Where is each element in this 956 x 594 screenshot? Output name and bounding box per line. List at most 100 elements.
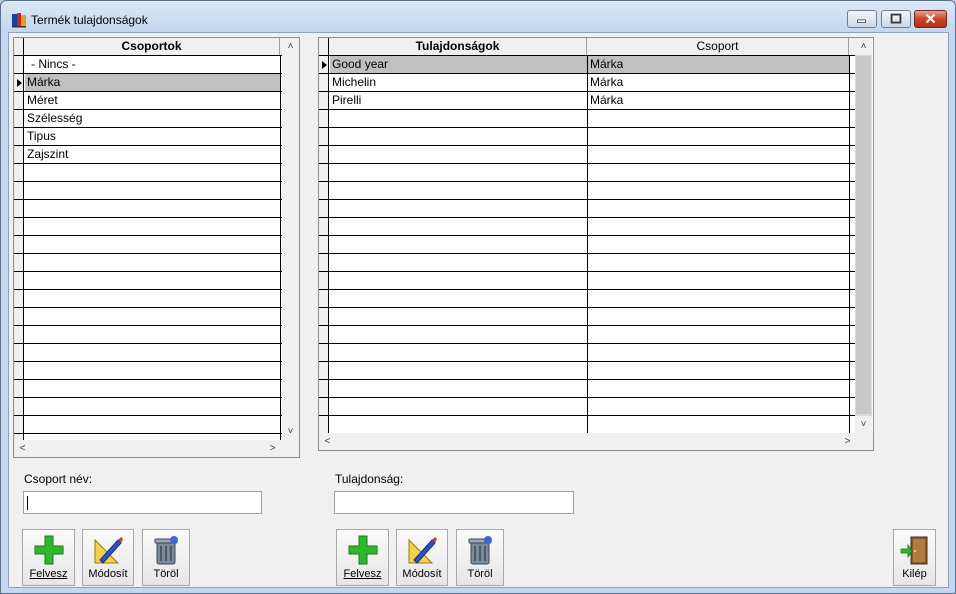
table-row[interactable]: Zajszint bbox=[14, 146, 282, 164]
group-cell[interactable] bbox=[25, 362, 280, 379]
table-row[interactable]: - Nincs - bbox=[14, 56, 282, 74]
group-cell[interactable] bbox=[588, 236, 849, 253]
property-cell[interactable] bbox=[330, 110, 587, 127]
group-cell[interactable] bbox=[588, 398, 849, 415]
group-cell[interactable] bbox=[588, 146, 849, 163]
maximize-button[interactable] bbox=[881, 10, 911, 28]
exit-button[interactable]: Kilép bbox=[893, 529, 936, 586]
group-cell[interactable]: Márka bbox=[25, 74, 280, 91]
group-delete-button[interactable]: Töröl bbox=[142, 529, 190, 586]
property-cell[interactable] bbox=[330, 146, 587, 163]
group-add-button[interactable]: Felvesz bbox=[22, 529, 75, 586]
properties-vertical-scrollbar[interactable]: ˄ ˅ bbox=[855, 38, 872, 433]
group-cell[interactable]: Márka bbox=[588, 92, 849, 109]
property-cell[interactable]: Good year bbox=[330, 56, 587, 73]
scroll-left-icon[interactable]: ˂ bbox=[14, 440, 31, 457]
property-cell[interactable] bbox=[330, 416, 587, 433]
group-cell[interactable] bbox=[25, 326, 280, 343]
group-cell[interactable] bbox=[588, 110, 849, 127]
group-cell[interactable] bbox=[25, 272, 280, 289]
property-cell[interactable] bbox=[330, 308, 587, 325]
groups-column-header[interactable]: Csoportok bbox=[24, 38, 280, 55]
groups-vertical-scrollbar[interactable]: ˄ ˅ bbox=[282, 38, 299, 440]
group-cell[interactable] bbox=[588, 164, 849, 181]
group-cell[interactable] bbox=[588, 326, 849, 343]
group-cell[interactable] bbox=[25, 218, 280, 235]
groups-grid[interactable]: Csoportok - Nincs - Márka Méret Szélesség Ti… bbox=[13, 37, 300, 458]
group-cell[interactable] bbox=[588, 362, 849, 379]
group-cell[interactable] bbox=[588, 380, 849, 397]
scroll-up-icon[interactable]: ˄ bbox=[855, 38, 872, 55]
property-cell[interactable] bbox=[330, 290, 587, 307]
table-row[interactable] bbox=[14, 308, 282, 326]
table-row[interactable] bbox=[14, 326, 282, 344]
title-bar[interactable]: Termék tulajdonságok bbox=[1, 1, 955, 33]
property-cell[interactable] bbox=[330, 380, 587, 397]
scroll-up-icon[interactable]: ˄ bbox=[282, 38, 299, 55]
table-row[interactable] bbox=[14, 200, 282, 218]
close-button[interactable] bbox=[914, 10, 947, 28]
group-cell[interactable] bbox=[588, 182, 849, 199]
group-cell[interactable] bbox=[588, 128, 849, 145]
group-cell[interactable] bbox=[588, 308, 849, 325]
minimize-button[interactable] bbox=[847, 10, 877, 28]
property-edit-button[interactable]: Módosít bbox=[396, 529, 448, 586]
group-name-input[interactable] bbox=[23, 491, 262, 514]
property-cell[interactable] bbox=[330, 272, 587, 289]
table-row[interactable] bbox=[14, 236, 282, 254]
table-row[interactable] bbox=[14, 182, 282, 200]
property-cell[interactable] bbox=[330, 200, 587, 217]
table-row[interactable] bbox=[14, 416, 282, 434]
group-cell[interactable]: Zajszint bbox=[25, 146, 280, 163]
table-row[interactable]: Méret bbox=[14, 92, 282, 110]
scroll-right-icon[interactable]: ˃ bbox=[839, 433, 856, 450]
group-edit-button[interactable]: Módosít bbox=[82, 529, 134, 586]
group-cell[interactable] bbox=[25, 344, 280, 361]
scroll-down-icon[interactable]: ˅ bbox=[282, 423, 299, 440]
group-cell[interactable]: Márka bbox=[588, 74, 849, 91]
group-cell[interactable] bbox=[25, 308, 280, 325]
group-cell[interactable] bbox=[588, 218, 849, 235]
group-cell[interactable] bbox=[25, 290, 280, 307]
properties-column-header[interactable]: Tulajdonságok bbox=[329, 38, 587, 55]
group-cell[interactable] bbox=[25, 380, 280, 397]
group-cell[interactable]: Márka bbox=[588, 56, 849, 73]
property-cell[interactable] bbox=[330, 236, 587, 253]
property-cell[interactable] bbox=[330, 182, 587, 199]
property-cell[interactable] bbox=[330, 326, 587, 343]
group-cell[interactable] bbox=[25, 398, 280, 415]
property-cell[interactable] bbox=[330, 218, 587, 235]
scroll-left-icon[interactable]: ˂ bbox=[319, 433, 336, 450]
group-cell[interactable] bbox=[588, 290, 849, 307]
property-cell[interactable] bbox=[330, 398, 587, 415]
property-cell[interactable] bbox=[330, 164, 587, 181]
property-cell[interactable]: Pirelli bbox=[330, 92, 587, 109]
group-cell[interactable] bbox=[588, 272, 849, 289]
table-row[interactable]: Szélesség bbox=[14, 110, 282, 128]
property-input[interactable] bbox=[334, 491, 574, 514]
group-cell[interactable] bbox=[25, 164, 280, 181]
property-delete-button[interactable]: Töröl bbox=[456, 529, 504, 586]
group-cell[interactable] bbox=[25, 416, 280, 433]
group-cell[interactable]: Méret bbox=[25, 92, 280, 109]
group-cell[interactable] bbox=[25, 200, 280, 217]
table-row[interactable] bbox=[14, 344, 282, 362]
group-cell[interactable]: - Nincs - bbox=[25, 56, 280, 73]
scroll-thumb[interactable] bbox=[856, 56, 871, 414]
property-cell[interactable] bbox=[330, 344, 587, 361]
group-cell[interactable] bbox=[25, 236, 280, 253]
properties-horizontal-scrollbar[interactable]: ˂ ˃ bbox=[319, 433, 873, 450]
table-row[interactable] bbox=[14, 272, 282, 290]
property-cell[interactable]: Michelin bbox=[330, 74, 587, 91]
property-cell[interactable] bbox=[330, 128, 587, 145]
group-cell[interactable] bbox=[588, 344, 849, 361]
group-cell[interactable] bbox=[588, 254, 849, 271]
group-cell[interactable] bbox=[588, 200, 849, 217]
property-cell[interactable] bbox=[330, 254, 587, 271]
property-cell[interactable] bbox=[330, 362, 587, 379]
group-cell[interactable]: Tipus bbox=[25, 128, 280, 145]
group-cell[interactable]: Szélesség bbox=[25, 110, 280, 127]
group-cell[interactable] bbox=[25, 182, 280, 199]
table-row[interactable] bbox=[14, 398, 282, 416]
table-row[interactable]: Márka bbox=[14, 74, 282, 92]
